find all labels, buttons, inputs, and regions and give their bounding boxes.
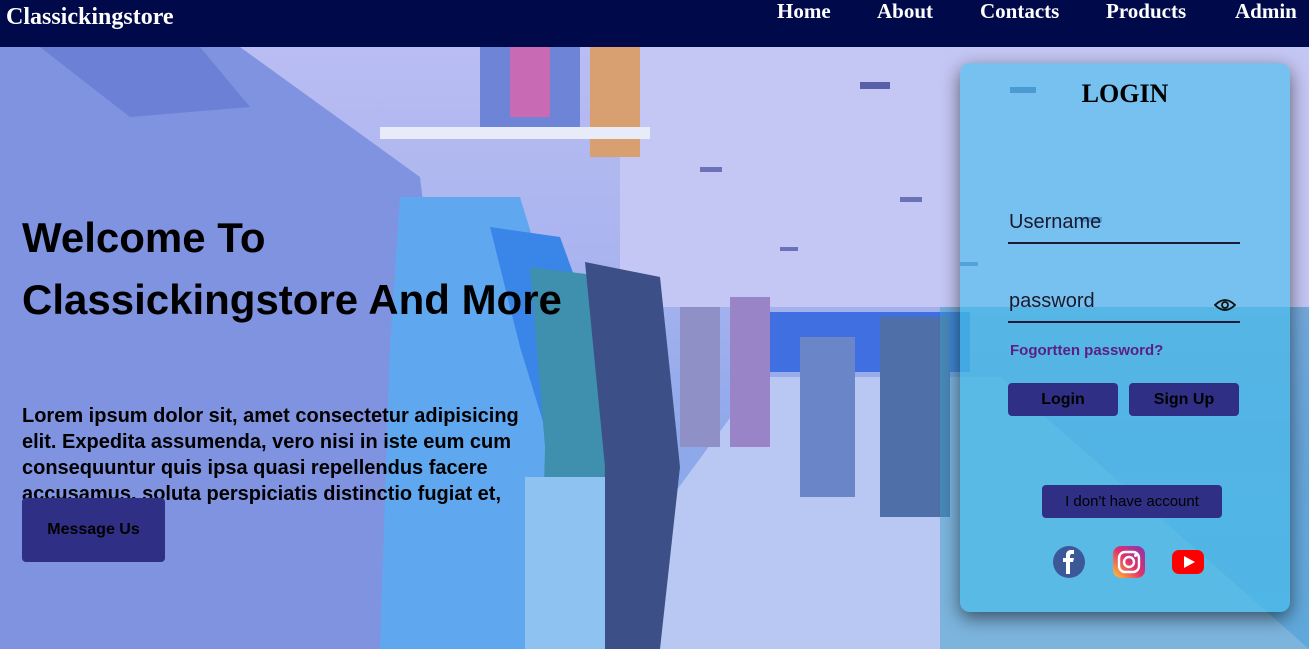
password-input[interactable]	[1009, 285, 1209, 317]
signup-button[interactable]: Sign Up	[1129, 383, 1239, 416]
eye-icon[interactable]	[1214, 297, 1236, 313]
login-button[interactable]: Login	[1008, 383, 1118, 416]
username-field-wrapper	[1008, 204, 1240, 244]
youtube-icon[interactable]	[1171, 545, 1205, 579]
nav-link-products[interactable]: Products	[1106, 0, 1186, 24]
nav-link-home[interactable]: Home	[777, 0, 831, 24]
brand-logo[interactable]: Classickingstore	[6, 4, 174, 31]
message-us-button[interactable]: Message Us	[22, 498, 165, 562]
nav-link-about[interactable]: About	[877, 0, 933, 24]
nav-link-contacts[interactable]: Contacts	[980, 0, 1059, 24]
username-input[interactable]	[1009, 206, 1209, 238]
password-field-wrapper	[1008, 283, 1240, 323]
facebook-icon[interactable]	[1052, 545, 1086, 579]
hero-title: Welcome To Classickingstore And More	[22, 214, 562, 323]
forgot-password-link[interactable]: Fogortten password?	[1010, 342, 1163, 359]
no-account-button[interactable]: I don't have account	[1042, 485, 1222, 518]
login-title: LOGIN	[1081, 79, 1169, 108]
nav-link-admin[interactable]: Admin	[1235, 0, 1297, 24]
login-card: LOGIN Fogortten password? Login Sign Up …	[960, 63, 1290, 612]
instagram-icon[interactable]	[1112, 545, 1146, 579]
navbar: Classickingstore Home About Contacts Pro…	[0, 0, 1309, 47]
